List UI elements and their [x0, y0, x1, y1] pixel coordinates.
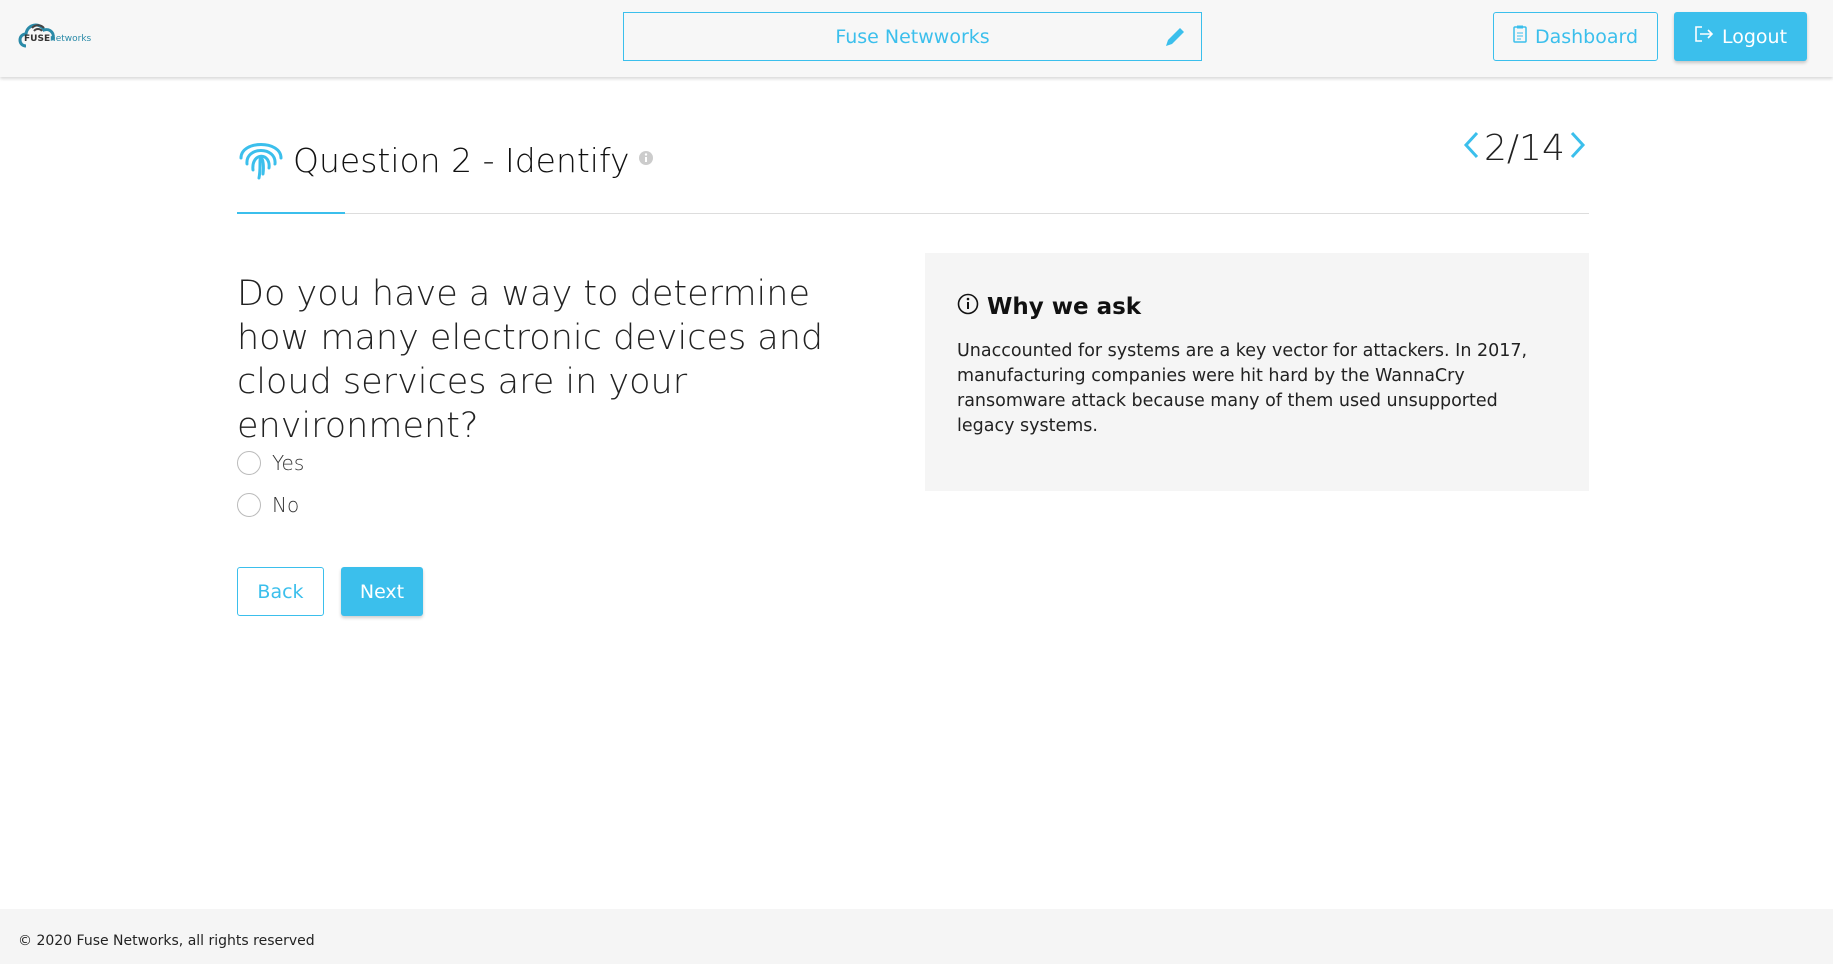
fuse-networks-logo[interactable]: FUSE networks	[18, 16, 108, 54]
info-circle-icon	[957, 293, 979, 321]
clipboard-icon	[1513, 25, 1527, 48]
pencil-icon[interactable]	[1163, 25, 1187, 54]
why-we-ask-text: Unaccounted for systems are a key vector…	[957, 341, 1528, 436]
previous-question-button[interactable]	[1462, 128, 1480, 169]
question-pager: 2/14	[1462, 128, 1587, 169]
dashboard-button[interactable]: Dashboard	[1493, 12, 1658, 61]
fingerprint-icon	[237, 134, 285, 186]
svg-text:networks: networks	[50, 34, 92, 44]
header: FUSE networks Fuse Netwworks Dashboard L…	[0, 0, 1833, 77]
radio-button[interactable]	[237, 493, 261, 517]
next-question-button[interactable]	[1569, 128, 1587, 169]
question-header: Question 2 - Identify	[237, 134, 654, 186]
svg-text:FUSE: FUSE	[24, 34, 50, 44]
sign-out-icon	[1694, 25, 1714, 48]
organization-name-field[interactable]: Fuse Netwworks	[623, 12, 1202, 61]
organization-name: Fuse Netwworks	[835, 25, 990, 48]
question-progress: 2/14	[1484, 128, 1565, 169]
logout-button[interactable]: Logout	[1674, 12, 1807, 61]
next-button[interactable]: Next	[341, 567, 423, 616]
option-no[interactable]: No	[237, 493, 299, 517]
why-we-ask-panel: Why we ask Unaccounted for systems are a…	[925, 253, 1589, 491]
question-title: Question 2 - Identify	[293, 140, 630, 180]
why-we-ask-heading: Why we ask	[987, 294, 1142, 320]
copyright-text: © 2020 Fuse Networks, all rights reserve…	[18, 933, 315, 949]
info-icon[interactable]	[638, 150, 654, 170]
logout-label: Logout	[1721, 25, 1788, 48]
option-label: Yes	[272, 451, 305, 475]
footer: © 2020 Fuse Networks, all rights reserve…	[0, 909, 1833, 964]
back-button[interactable]: Back	[237, 567, 324, 616]
radio-button[interactable]	[237, 451, 261, 475]
option-label: No	[272, 493, 300, 517]
question-text: Do you have a way to determine how many …	[237, 274, 824, 446]
progress-indicator	[237, 212, 345, 214]
option-yes[interactable]: Yes	[237, 451, 304, 475]
progress-divider	[237, 212, 1589, 214]
dashboard-label: Dashboard	[1534, 25, 1639, 48]
